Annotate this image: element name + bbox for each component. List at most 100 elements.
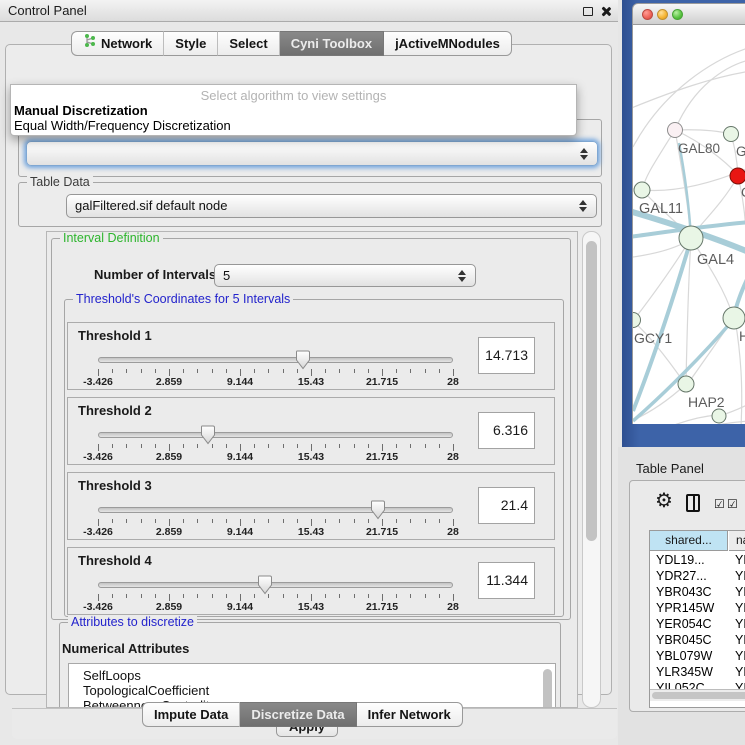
slider-thumb[interactable] — [369, 500, 387, 520]
cell-shared-name: YDR27... — [656, 568, 707, 584]
slider-tick — [254, 444, 255, 448]
column-header-name[interactable]: na — [729, 531, 745, 551]
network-edge[interactable] — [675, 130, 730, 134]
attribute-item-topologicalcoefficient[interactable]: TopologicalCoefficient — [83, 683, 209, 698]
tab-label: Cyni Toolbox — [291, 32, 372, 56]
slider-tick — [368, 369, 369, 373]
threshold-value-field[interactable]: 21.4 — [478, 487, 535, 524]
tab-jactivemnodules[interactable]: jActiveMNodules — [384, 31, 512, 56]
list-scrollbar-thumb[interactable] — [543, 669, 552, 708]
network-node-gal80[interactable] — [668, 123, 683, 138]
popup-option-manual[interactable]: Manual Discretization — [14, 103, 148, 118]
slider-tick — [212, 519, 213, 523]
control-panel-body: Discretization Algorithm Table Data galF… — [5, 44, 612, 695]
table-horizontal-scrollbar[interactable] — [650, 689, 745, 701]
scrollbar-thumb[interactable] — [586, 241, 597, 541]
split-column-icon[interactable] — [686, 494, 700, 512]
slider-tick — [226, 594, 227, 598]
network-node-g[interactable] — [724, 127, 739, 142]
tab-infer-network[interactable]: Infer Network — [357, 702, 463, 727]
tab-discretize-data[interactable]: Discretize Data — [240, 702, 356, 727]
cell-name: YDR2 — [735, 568, 745, 584]
slider-tick-label: -3.426 — [83, 376, 113, 388]
gear-icon[interactable]: ⚙ — [655, 491, 673, 511]
checkbox-icon[interactable]: ☑ — [727, 497, 738, 511]
slider-tick — [126, 444, 127, 448]
slider-tick — [439, 444, 440, 448]
numerical-attributes-heading: Numerical Attributes — [62, 641, 189, 656]
threshold-value-field[interactable]: 6.316 — [478, 412, 535, 449]
network-node-h[interactable] — [723, 307, 745, 329]
slider-tick — [311, 444, 312, 451]
tab-cyni-toolbox[interactable]: Cyni Toolbox — [280, 31, 384, 56]
network-edge[interactable] — [643, 167, 745, 190]
checkbox-icon[interactable]: ☑ — [714, 497, 725, 511]
table-row[interactable]: YBR045CYBR0 — [650, 632, 745, 648]
slider-tick — [141, 594, 142, 598]
network-edge[interactable] — [686, 239, 691, 382]
network-node-gcy1[interactable] — [633, 313, 641, 328]
threshold-value-field[interactable]: 11.344 — [478, 562, 535, 599]
slider-tick-label: 9.144 — [227, 526, 253, 538]
network-node-c[interactable] — [730, 168, 745, 184]
table-row[interactable]: YDR27... YDR2 — [650, 568, 745, 584]
number-of-intervals-combo[interactable]: 5 — [214, 264, 476, 287]
slider-tick-label: 2.859 — [156, 376, 182, 388]
network-node-label: GCY1 — [634, 330, 672, 346]
table-data-combo[interactable]: galFiltered.sif default node — [66, 194, 597, 218]
network-edge[interactable] — [643, 130, 675, 188]
scrollbar-thumb[interactable] — [652, 692, 745, 699]
mac-close-button[interactable] — [642, 9, 653, 20]
slider-thumb[interactable] — [294, 350, 312, 370]
cell-name: YLR3 — [735, 664, 745, 680]
threshold-label: Threshold 2 — [78, 403, 152, 418]
network-node-hap2[interactable] — [678, 376, 694, 392]
slider-track[interactable] — [98, 357, 453, 363]
threshold-value-field[interactable]: 14.713 — [478, 337, 535, 374]
slider-tick — [368, 444, 369, 448]
settings-vertical-scrollbar[interactable] — [582, 231, 601, 708]
network-edge[interactable] — [675, 59, 745, 130]
network-canvas[interactable]: GAL80G.CGAL11GAL4GCY1HHAP2 — [632, 25, 745, 424]
table-row[interactable]: YPR145WYPR1 — [650, 600, 745, 616]
tab-impute-data[interactable]: Impute Data — [142, 702, 240, 727]
network-edge[interactable] — [691, 239, 733, 316]
slider-tick — [240, 594, 241, 601]
float-window-icon[interactable] — [583, 7, 593, 16]
popup-option-equal-width[interactable]: Equal Width/Frequency Discretization — [14, 118, 231, 133]
table-row[interactable]: YBR043CYBR0 — [650, 584, 745, 600]
slider-tick-label: 21.715 — [366, 376, 398, 388]
mac-minimize-button[interactable] — [657, 9, 668, 20]
column-header-shared[interactable]: shared... — [650, 531, 728, 551]
table-row[interactable]: YBL079WYBL0 — [650, 648, 745, 664]
network-edge[interactable] — [633, 421, 745, 424]
number-of-intervals-label: Number of Intervals — [94, 267, 216, 282]
slider-thumb[interactable] — [199, 425, 217, 445]
cell-name: YDL1 — [735, 552, 745, 568]
slider-tick — [169, 594, 170, 601]
tab-select[interactable]: Select — [218, 31, 279, 56]
slider-thumb[interactable] — [256, 575, 274, 595]
combo-stepper-icon — [458, 270, 466, 282]
tab-style[interactable]: Style — [164, 31, 218, 56]
algorithm-dropdown-popup: Select algorithm to view settings Manual… — [10, 84, 577, 136]
close-icon[interactable] — [599, 5, 612, 18]
slider-tick — [155, 369, 156, 373]
slider-tick-label: 15.43 — [298, 376, 324, 388]
network-edge[interactable] — [633, 415, 717, 424]
table-row[interactable]: YLR345WYLR3 — [650, 664, 745, 680]
network-node-gal11[interactable] — [634, 182, 650, 198]
network-node[interactable] — [712, 409, 726, 423]
table-row[interactable]: YER054CYER0 — [650, 616, 745, 632]
slider-tick — [240, 519, 241, 526]
slider-track[interactable] — [98, 507, 453, 513]
algorithm-combo[interactable] — [26, 141, 598, 166]
table-row[interactable]: YDL19...YDL1 — [650, 552, 745, 568]
slider-track[interactable] — [98, 582, 453, 588]
attribute-item-selfloops[interactable]: SelfLoops — [83, 668, 141, 683]
mac-zoom-button[interactable] — [672, 9, 683, 20]
slider-tick-label: 2.859 — [156, 451, 182, 463]
tab-network[interactable]: Network — [71, 31, 164, 56]
slider-track[interactable] — [98, 432, 453, 438]
network-node-gal4[interactable] — [679, 226, 703, 250]
